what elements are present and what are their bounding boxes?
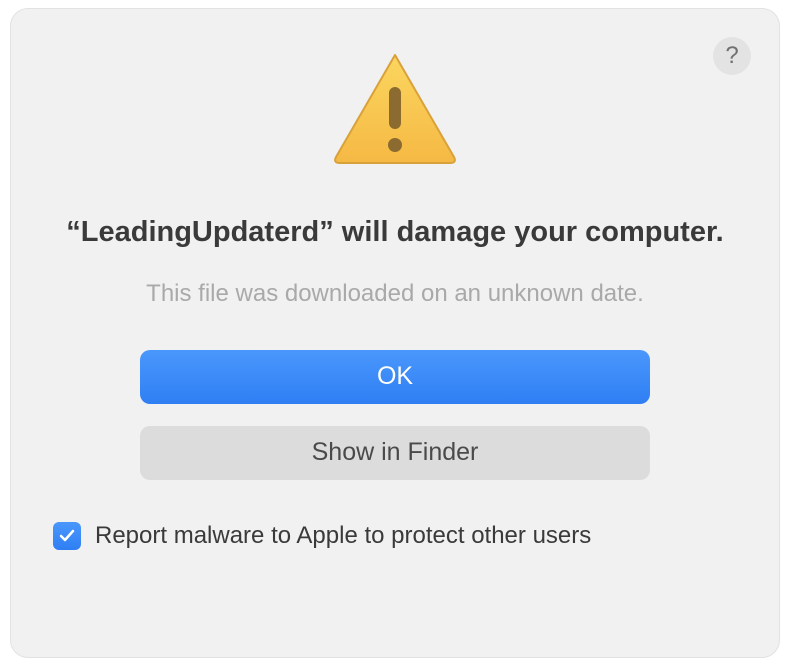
ok-button-label: OK [377, 362, 413, 391]
report-malware-checkbox[interactable] [53, 522, 81, 550]
help-button[interactable]: ? [713, 37, 751, 75]
dialog-title: “LeadingUpdaterd” will damage your compu… [66, 214, 723, 252]
report-malware-label[interactable]: Report malware to Apple to protect other… [95, 522, 591, 550]
show-in-finder-button[interactable]: Show in Finder [140, 426, 650, 480]
report-malware-row: Report malware to Apple to protect other… [41, 522, 591, 550]
help-icon: ? [725, 42, 738, 70]
show-in-finder-label: Show in Finder [312, 438, 479, 467]
warning-icon [330, 49, 460, 174]
ok-button[interactable]: OK [140, 350, 650, 404]
alert-dialog: ? “LeadingUpdaterd” will damage your com… [10, 8, 780, 658]
checkmark-icon [58, 527, 76, 545]
dialog-subtitle: This file was downloaded on an unknown d… [146, 280, 644, 308]
